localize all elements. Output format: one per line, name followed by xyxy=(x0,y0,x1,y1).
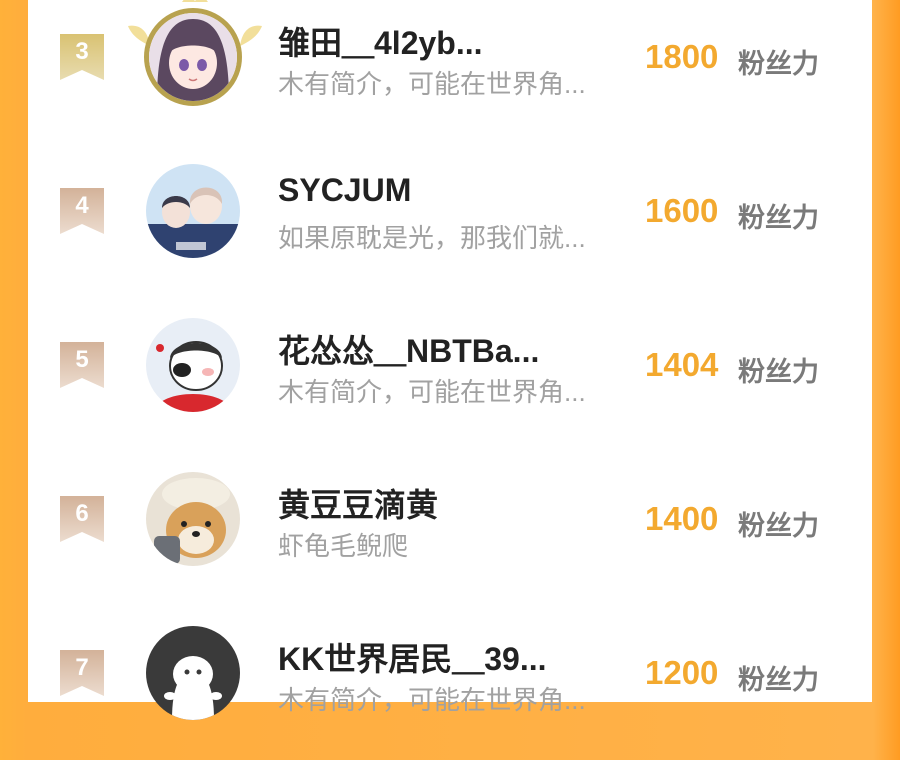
user-name[interactable]: KK世界居民＿39... xyxy=(278,634,547,680)
user-name[interactable]: SYCJUM xyxy=(278,172,411,209)
fan-power-unit: 粉丝力 xyxy=(738,357,819,387)
fan-power-score: 1600 xyxy=(645,192,719,229)
ranking-panel: 3 雏田＿4l2yb... 木有简介，可能在世界角... 1800 粉丝力 4 … xyxy=(28,0,872,720)
ranking-row[interactable]: 6 黄豆豆滴黄 虾龟毛鲵爬 1400 粉丝力 xyxy=(28,456,872,606)
user-bio: 木有简介，可能在世界角... xyxy=(278,685,586,715)
ranking-row[interactable]: 4 SYCJUM 如果原耽是光，那我们就... 1600 粉丝力 xyxy=(28,148,872,298)
rank-number: 3 xyxy=(75,38,89,65)
fan-power-unit: 粉丝力 xyxy=(738,511,819,541)
ranking-row[interactable]: 3 雏田＿4l2yb... 木有简介，可能在世界角... 1800 粉丝力 xyxy=(28,0,872,144)
cartoon-boy-avatar-icon xyxy=(146,318,240,412)
rank-number: 6 xyxy=(75,500,89,527)
ranking-row[interactable]: 5 花怂怂＿NBTBa... 木有简介，可能在世界角... 1404 粉丝力 xyxy=(28,302,872,452)
user-name[interactable]: 花怂怂＿NBTBa... xyxy=(278,326,539,372)
rank-badge: 7 xyxy=(60,650,104,696)
fan-power-score: 1200 xyxy=(645,654,719,691)
ranking-row[interactable]: 7 KK世界居民＿39... 木有简介，可能在世界角... 1200 粉丝力 xyxy=(28,610,872,760)
rank-badge: 3 xyxy=(60,34,104,80)
rank-badge: 6 xyxy=(60,496,104,542)
fan-power-score: 1800 xyxy=(645,38,719,75)
shiba-dog-avatar-icon xyxy=(146,472,240,566)
rank-number: 4 xyxy=(75,192,89,219)
user-name[interactable]: 黄豆豆滴黄 xyxy=(278,480,438,526)
fan-power-score: 1400 xyxy=(645,500,719,537)
rank-badge: 4 xyxy=(60,188,104,234)
fan-power-unit: 粉丝力 xyxy=(738,49,819,79)
anime-boys-avatar-icon xyxy=(146,164,240,258)
rank-number: 5 xyxy=(75,346,89,373)
avatar[interactable] xyxy=(146,472,240,566)
user-bio: 木有简介，可能在世界角... xyxy=(278,377,586,407)
fan-power-unit: 粉丝力 xyxy=(738,665,819,695)
rank-badge: 5 xyxy=(60,342,104,388)
anime-girl-avatar-icon xyxy=(149,13,237,101)
avatar[interactable] xyxy=(146,164,240,258)
avatar[interactable] xyxy=(146,626,240,720)
rank-number: 7 xyxy=(75,654,89,681)
default-ghost-avatar-icon xyxy=(146,626,240,720)
avatar[interactable] xyxy=(144,8,242,106)
user-bio: 如果原耽是光，那我们就... xyxy=(278,223,586,253)
fan-power-unit: 粉丝力 xyxy=(738,203,819,233)
fan-power-score: 1404 xyxy=(645,346,719,383)
user-bio: 木有简介，可能在世界角... xyxy=(278,69,586,99)
avatar[interactable] xyxy=(146,318,240,412)
user-name[interactable]: 雏田＿4l2yb... xyxy=(278,18,483,64)
user-bio: 虾龟毛鲵爬 xyxy=(278,531,409,561)
